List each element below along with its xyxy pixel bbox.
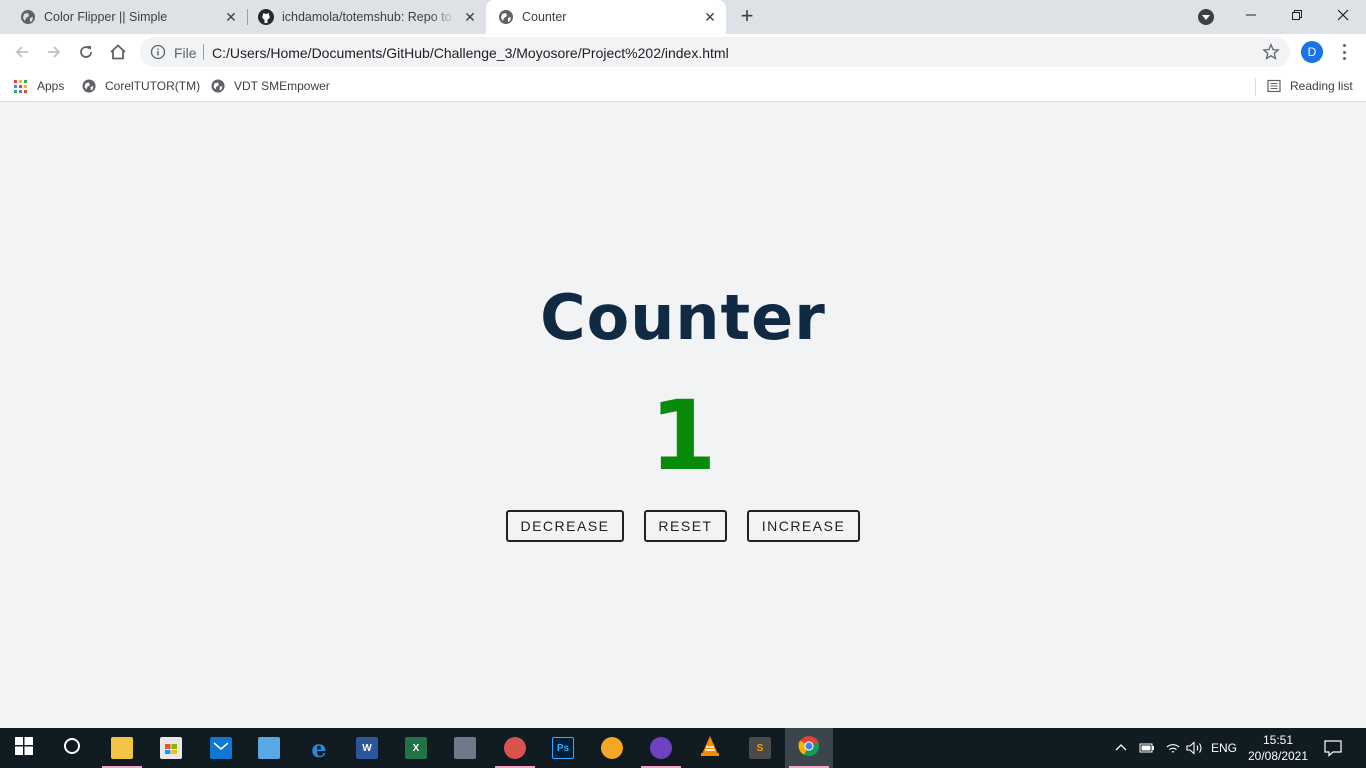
increase-button[interactable]: INCREASE — [747, 510, 860, 542]
github-desktop-icon — [650, 737, 672, 759]
photoshop-icon: Ps — [552, 737, 574, 759]
close-icon[interactable]: ✕ — [223, 9, 239, 25]
url-text[interactable]: C:/Users/Home/Documents/GitHub/Challenge… — [212, 45, 729, 61]
wifi-icon[interactable] — [1165, 728, 1181, 768]
taskbar-photoshop[interactable]: Ps — [539, 728, 587, 768]
taskbar-file-explorer[interactable] — [98, 728, 146, 768]
address-bar[interactable]: File C:/Users/Home/Documents/GitHub/Chal… — [140, 37, 1290, 67]
chrome-icon — [798, 735, 820, 762]
tab-title: Counter — [522, 10, 567, 24]
taskbar-network[interactable] — [441, 728, 489, 768]
bookmark-label: Apps — [37, 79, 65, 93]
counter-value: 1 — [649, 380, 717, 492]
bookmark-coreltutor[interactable]: CorelTUTOR(TM) — [82, 76, 200, 96]
clock-date: 20/08/2021 — [1247, 749, 1309, 763]
start-icon — [15, 736, 33, 760]
taskbar-paint[interactable] — [491, 728, 539, 768]
close-window-icon[interactable] — [1320, 0, 1366, 30]
globe-icon — [82, 79, 96, 93]
reading-list-button[interactable]: Reading list — [1267, 76, 1353, 96]
taskbar-github-desktop[interactable] — [637, 728, 685, 768]
taskbar-store[interactable] — [147, 728, 195, 768]
apps-grid-icon — [14, 79, 27, 93]
reading-list-icon — [1267, 79, 1281, 93]
start-button[interactable] — [0, 728, 48, 768]
globe-icon — [498, 9, 514, 25]
reload-icon[interactable] — [74, 40, 98, 64]
windows-taskbar: e W X Ps S ENG 15:51 20/08/2021 — [0, 728, 1366, 768]
page-viewport: Counter 1 DECREASE RESET INCREASE — [0, 103, 1366, 728]
minimize-icon[interactable] — [1228, 0, 1274, 30]
profile-avatar[interactable]: D — [1301, 41, 1323, 63]
scheme-label: File — [174, 45, 197, 61]
decrease-button[interactable]: DECREASE — [506, 510, 624, 542]
github-icon — [258, 9, 274, 25]
excel-icon: X — [405, 737, 427, 759]
tab-strip: Color Flipper || Simple ✕ ichdamola/tote… — [0, 0, 1366, 34]
taskbar-vlc[interactable] — [686, 728, 734, 768]
mail-icon — [210, 737, 232, 759]
back-icon[interactable] — [10, 40, 34, 64]
sublime-text-icon: S — [749, 737, 771, 759]
address-divider — [203, 44, 204, 60]
taskbar-word[interactable]: W — [343, 728, 391, 768]
globe-icon — [211, 79, 225, 93]
battery-icon[interactable] — [1139, 728, 1155, 768]
home-icon[interactable] — [106, 40, 130, 64]
bookmark-apps[interactable]: Apps — [14, 76, 64, 96]
edge-icon: e — [311, 733, 327, 763]
bookmark-label: VDT SMEmpower — [234, 79, 330, 93]
bookmarks-divider — [1255, 78, 1256, 96]
language-indicator[interactable]: ENG — [1211, 728, 1237, 768]
taskbar-brave[interactable] — [588, 728, 636, 768]
clock-time: 15:51 — [1262, 733, 1294, 747]
globe-icon — [20, 9, 36, 25]
tab-github-repo[interactable]: ichdamola/totemshub: Repo to track ✕ — [248, 0, 486, 34]
tab-title: Color Flipper || Simple — [44, 10, 168, 24]
system-clock[interactable]: 15:51 20/08/2021 — [1238, 732, 1318, 764]
page-title: Counter — [540, 281, 826, 354]
tab-counter[interactable]: Counter ✕ — [486, 0, 726, 34]
file-explorer-icon — [111, 737, 133, 759]
cortana-button[interactable] — [48, 728, 96, 768]
control-panel-icon — [258, 737, 280, 759]
site-info-icon[interactable] — [150, 44, 166, 60]
cortana-icon — [63, 737, 81, 760]
taskbar-mail[interactable] — [197, 728, 245, 768]
restore-icon[interactable] — [1274, 0, 1320, 30]
bookmark-label: CorelTUTOR(TM) — [105, 79, 201, 93]
tab-title: ichdamola/totemshub: Repo to track — [282, 10, 456, 24]
show-hidden-icons[interactable] — [1114, 728, 1128, 768]
network-icon — [454, 737, 476, 759]
reading-list-label: Reading list — [1290, 79, 1353, 93]
bookmarks-bar: Apps CorelTUTOR(TM) VDT SMEmpower Readin… — [0, 70, 1366, 102]
tab-color-flipper[interactable]: Color Flipper || Simple ✕ — [0, 0, 247, 34]
close-icon[interactable]: ✕ — [702, 9, 718, 25]
new-tab-button[interactable]: + — [736, 5, 758, 28]
bookmark-star-icon[interactable] — [1262, 43, 1280, 61]
chevron-up-icon — [1114, 741, 1128, 755]
taskbar-control-panel[interactable] — [245, 728, 293, 768]
taskbar-chrome[interactable] — [785, 728, 833, 768]
word-icon: W — [356, 737, 378, 759]
reset-button[interactable]: RESET — [644, 510, 727, 542]
taskbar-excel[interactable]: X — [392, 728, 440, 768]
volume-icon[interactable] — [1186, 728, 1204, 768]
brave-icon — [601, 737, 623, 759]
store-icon — [160, 737, 182, 759]
taskbar-sublime-text[interactable]: S — [736, 728, 784, 768]
tab-search-icon[interactable] — [1198, 9, 1214, 25]
taskbar-edge[interactable]: e — [295, 728, 343, 768]
paint-icon — [504, 737, 526, 759]
bookmark-vdt-smempower[interactable]: VDT SMEmpower — [211, 76, 330, 96]
menu-icon[interactable] — [1336, 42, 1352, 62]
browser-toolbar: File C:/Users/Home/Documents/GitHub/Chal… — [0, 34, 1366, 70]
vlc-icon — [700, 735, 720, 762]
notifications-icon[interactable] — [1323, 728, 1343, 768]
close-icon[interactable]: ✕ — [462, 9, 478, 25]
forward-icon[interactable] — [42, 40, 66, 64]
